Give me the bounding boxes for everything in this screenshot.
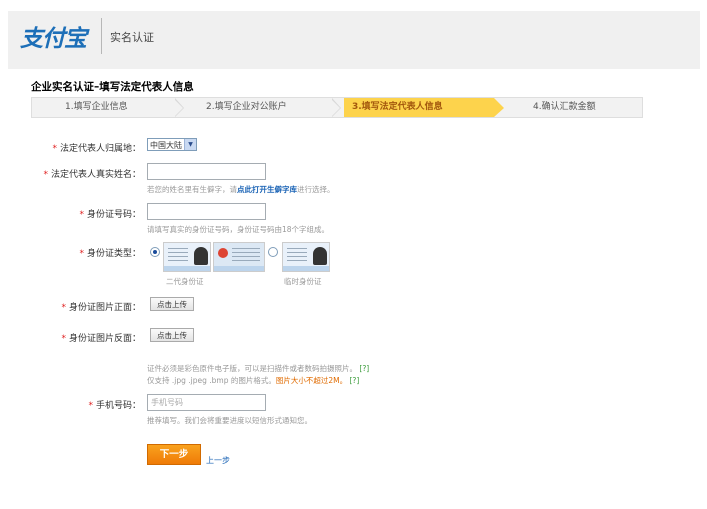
id-number-hint: 请填写真实的身份证号码，身份证号码由18个字组成。 bbox=[147, 225, 330, 234]
id-type-radio-second-gen[interactable] bbox=[150, 247, 160, 257]
upload-back-button[interactable]: 点击上传 bbox=[150, 328, 194, 342]
step-2: 2.填写企业对公账户 bbox=[206, 102, 287, 112]
upload-front-button[interactable]: 点击上传 bbox=[150, 297, 194, 311]
id-type-label: * 身份证类型： bbox=[79, 249, 141, 259]
alipay-logo[interactable]: 支付宝 bbox=[20, 19, 87, 53]
second-gen-id-back-image bbox=[163, 242, 211, 272]
upload-hint-format: 仅支持 .jpg .jpeg .bmp 的图片格式。图片大小不超过2M。 [?] bbox=[147, 376, 360, 385]
page-title: 企业实名认证–填写法定代表人信息 bbox=[31, 81, 194, 93]
step-3-current: 3.填写法定代表人信息 bbox=[352, 102, 443, 112]
next-step-button[interactable]: 下一步 bbox=[147, 444, 201, 465]
region-label: * 法定代表人归属地： bbox=[52, 144, 141, 154]
temporary-id-image bbox=[282, 242, 330, 272]
second-gen-id-front-image bbox=[213, 242, 265, 272]
id-number-input[interactable] bbox=[147, 203, 266, 220]
id-front-label: * 身份证图片正面： bbox=[61, 303, 141, 313]
temporary-id-caption: 临时身份证 bbox=[284, 277, 322, 286]
region-select[interactable]: 中国大陆 ▼ bbox=[147, 138, 197, 151]
help-icon[interactable]: [?] bbox=[349, 376, 359, 385]
id-back-label: * 身份证图片反面： bbox=[61, 334, 141, 344]
id-type-radio-temporary[interactable] bbox=[268, 247, 278, 257]
phone-label: * 手机号码： bbox=[88, 401, 141, 411]
phone-input[interactable]: 手机号码 bbox=[147, 394, 266, 411]
help-icon[interactable]: [?] bbox=[359, 364, 369, 373]
phone-hint: 推荐填写。我们会将重要进度以短信形式通知您。 bbox=[147, 416, 312, 425]
step-separator bbox=[331, 98, 341, 117]
legal-rep-name-input[interactable] bbox=[147, 163, 266, 180]
header-bar: 支付宝 实名认证 bbox=[8, 11, 700, 69]
step-4: 4.确认汇款金额 bbox=[533, 102, 596, 112]
upload-hint-color: 证件必须是彩色原件电子版，可以是扫描件或者数码拍摄照片。 [?] bbox=[147, 364, 370, 373]
id-number-label: * 身份证号码： bbox=[79, 210, 141, 220]
emblem-icon bbox=[218, 248, 228, 258]
step-separator bbox=[174, 98, 184, 117]
chevron-down-icon[interactable]: ▼ bbox=[184, 139, 196, 150]
second-gen-id-caption: 二代身份证 bbox=[166, 277, 204, 286]
header-divider bbox=[101, 18, 102, 54]
header-title: 实名认证 bbox=[110, 31, 154, 44]
name-hint: 若您的姓名里有生僻字，请点此打开生僻字库进行选择。 bbox=[147, 185, 335, 194]
rare-char-link[interactable]: 点此打开生僻字库 bbox=[237, 185, 297, 194]
step-progress-bar: 1.填写企业信息 2.填写企业对公账户 3.填写法定代表人信息 4.确认汇款金额 bbox=[31, 97, 643, 118]
legal-rep-name-label: * 法定代表人真实姓名： bbox=[43, 170, 141, 180]
previous-step-link[interactable]: 上一步 bbox=[206, 455, 230, 466]
step-1: 1.填写企业信息 bbox=[65, 102, 128, 112]
